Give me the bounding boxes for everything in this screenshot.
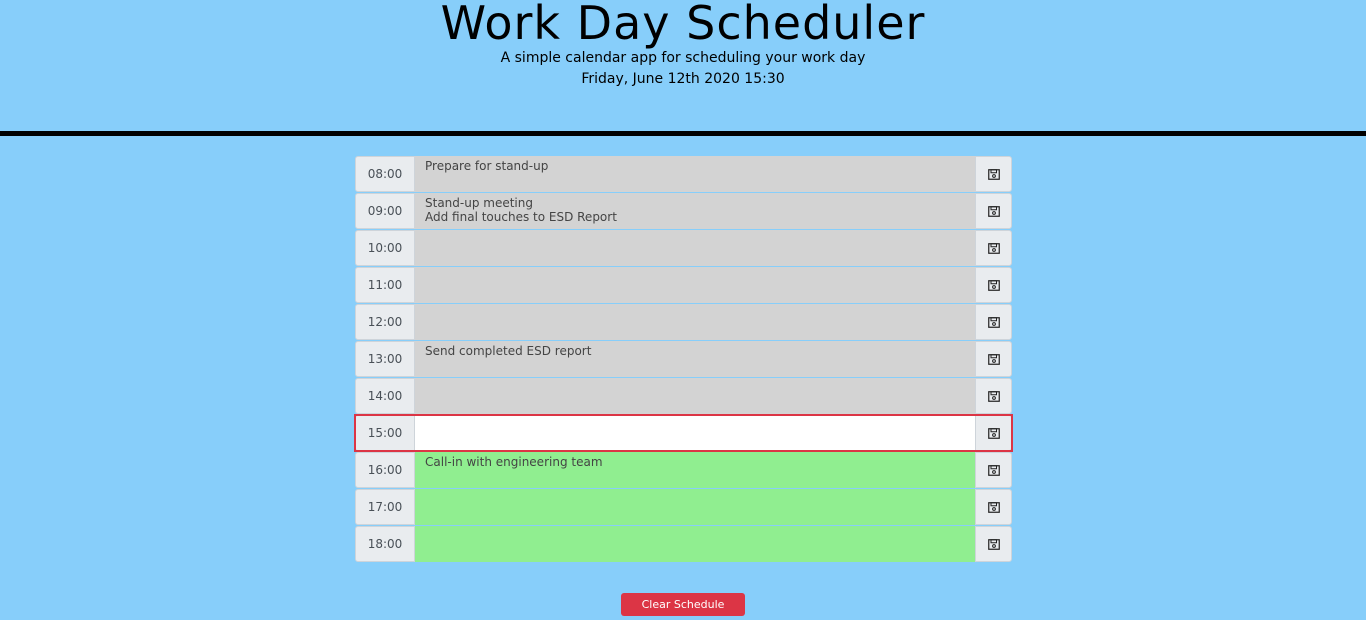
schedule-container: 08:00 Prepare for stand-up 09:00 Stand-up m…	[354, 156, 1013, 563]
event-description[interactable]	[415, 415, 975, 451]
time-block: 16:00 Call-in with engineering team	[355, 452, 1012, 488]
time-block: 14:00	[355, 378, 1012, 414]
floppy-disk-icon	[987, 535, 1000, 554]
save-button[interactable]	[975, 415, 1012, 451]
save-button[interactable]	[975, 489, 1012, 525]
hour-label: 17:00	[355, 489, 415, 525]
current-datetime: Friday, June 12th 2020 15:30	[581, 71, 785, 87]
save-button[interactable]	[975, 341, 1012, 377]
header-divider	[0, 131, 1366, 136]
floppy-disk-icon	[987, 461, 1000, 480]
floppy-disk-icon	[987, 424, 1000, 443]
hour-label: 11:00	[355, 267, 415, 303]
hour-label: 16:00	[355, 452, 415, 488]
floppy-disk-icon	[987, 276, 1000, 295]
floppy-disk-icon	[987, 387, 1000, 406]
event-description[interactable]: Stand-up meeting Add final touches to ES…	[415, 193, 975, 229]
event-description[interactable]	[415, 378, 975, 414]
time-block: 12:00	[355, 304, 1012, 340]
floppy-disk-icon	[987, 202, 1000, 221]
page-title: Work Day Scheduler	[440, 0, 926, 50]
save-button[interactable]	[975, 193, 1012, 229]
hour-label: 13:00	[355, 341, 415, 377]
save-button[interactable]	[975, 378, 1012, 414]
time-block: 17:00	[355, 489, 1012, 525]
hour-label: 09:00	[355, 193, 415, 229]
time-block: 15:00	[354, 414, 1013, 452]
floppy-disk-icon	[987, 350, 1000, 369]
floppy-disk-icon	[987, 313, 1000, 332]
floppy-disk-icon	[987, 239, 1000, 258]
time-block: 10:00	[355, 230, 1012, 266]
save-button[interactable]	[975, 304, 1012, 340]
event-description[interactable]	[415, 267, 975, 303]
event-description[interactable]	[415, 230, 975, 266]
page-subtitle: A simple calendar app for scheduling you…	[500, 50, 866, 66]
save-button[interactable]	[975, 156, 1012, 192]
event-description[interactable]: Call-in with engineering team	[415, 452, 975, 488]
event-description[interactable]	[415, 304, 975, 340]
event-description[interactable]	[415, 526, 975, 562]
page-header: Work Day Scheduler A simple calendar app…	[0, 0, 1366, 131]
clear-schedule-button[interactable]: Clear Schedule	[621, 593, 745, 616]
time-block: 09:00 Stand-up meeting Add final touches …	[355, 193, 1012, 229]
save-button[interactable]	[975, 526, 1012, 562]
time-block: 18:00	[355, 526, 1012, 562]
time-block: 11:00	[355, 267, 1012, 303]
hour-label: 18:00	[355, 526, 415, 562]
save-button[interactable]	[975, 230, 1012, 266]
hour-label: 15:00	[355, 415, 415, 451]
hour-label: 08:00	[355, 156, 415, 192]
time-block: 08:00 Prepare for stand-up	[355, 156, 1012, 192]
hour-label: 14:00	[355, 378, 415, 414]
time-block: 13:00 Send completed ESD report	[355, 341, 1012, 377]
floppy-disk-icon	[987, 165, 1000, 184]
save-button[interactable]	[975, 452, 1012, 488]
floppy-disk-icon	[987, 498, 1000, 517]
event-description[interactable]	[415, 489, 975, 525]
event-description[interactable]: Prepare for stand-up	[415, 156, 975, 192]
hour-label: 10:00	[355, 230, 415, 266]
hour-label: 12:00	[355, 304, 415, 340]
event-description[interactable]: Send completed ESD report	[415, 341, 975, 377]
save-button[interactable]	[975, 267, 1012, 303]
